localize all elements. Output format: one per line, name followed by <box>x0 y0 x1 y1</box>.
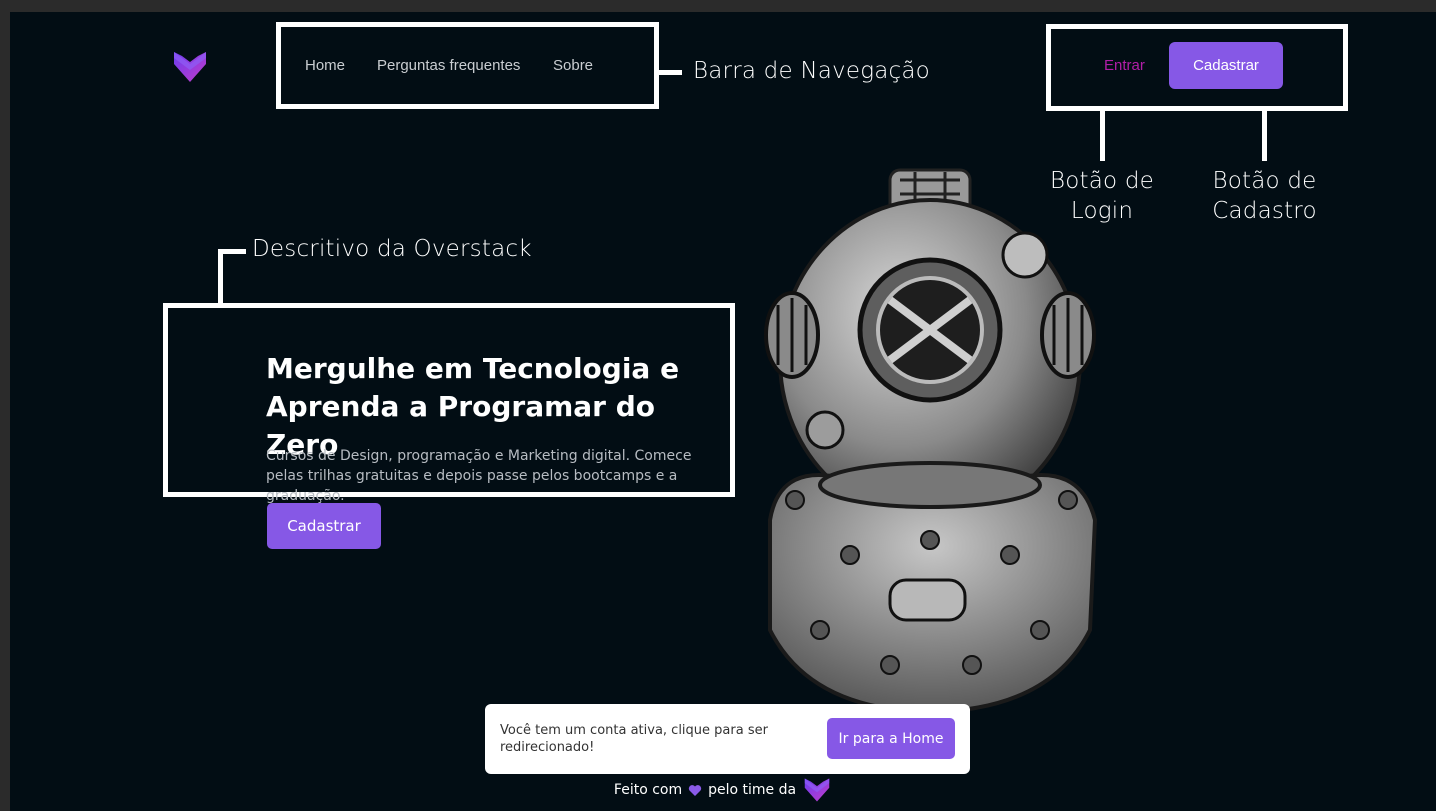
active-account-toast: Você tem um conta ativa, clique para ser… <box>485 704 970 774</box>
footer-suffix: pelo time da <box>708 782 797 798</box>
footer-prefix: Feito com <box>613 782 683 798</box>
navbar-annotation-label: Barra de Navegação <box>693 58 930 84</box>
toast-message: Você tem um conta ativa, clique para ser… <box>500 723 768 755</box>
page: Home Perguntas frequentes Sobre Barra de… <box>10 12 1436 811</box>
description-annotation-label: Descritivo da Overstack <box>252 236 532 262</box>
hero-subtitle: Cursos de Design, programação e Marketin… <box>266 448 692 504</box>
overstack-logo-icon[interactable] <box>172 50 208 84</box>
nav-link-faq[interactable]: Perguntas frequentes <box>377 57 520 74</box>
heart-icon <box>688 784 702 796</box>
navbar-annotation-connector <box>659 70 682 75</box>
signup-annotation-connector <box>1262 111 1267 161</box>
login-link[interactable]: Entrar <box>1104 57 1145 74</box>
login-annotation-connector <box>1100 111 1105 161</box>
signup-annotation-label: Botão de Cadastro <box>1212 168 1317 224</box>
diving-helmet-illustration <box>764 168 1098 715</box>
signup-button-top[interactable]: Cadastrar <box>1169 42 1283 89</box>
nav-link-home[interactable]: Home <box>305 57 345 74</box>
description-annotation-connector <box>218 249 223 306</box>
go-home-button[interactable]: Ir para a Home <box>827 718 955 759</box>
overstack-footer-logo-icon <box>804 778 830 802</box>
nav-link-about[interactable]: Sobre <box>553 57 593 74</box>
footer: Feito com pelo time da <box>10 776 1436 804</box>
description-annotation-connector-h <box>218 249 246 254</box>
hero-signup-button[interactable]: Cadastrar <box>267 503 381 549</box>
